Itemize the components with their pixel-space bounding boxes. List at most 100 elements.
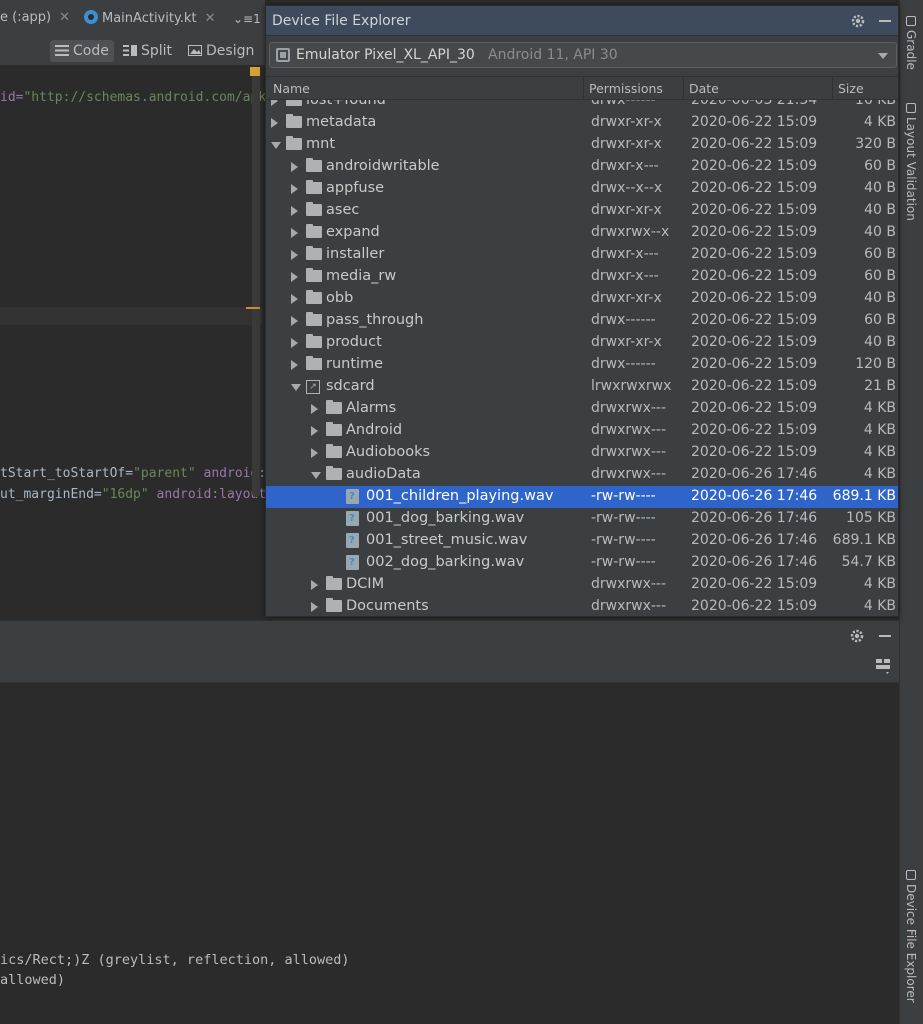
folder-row[interactable]: DCIM drwxrwx--- 2020-06-22 15:09 4 KB	[266, 574, 898, 596]
chevron-right-icon[interactable]	[291, 206, 298, 216]
file-date: 2020-06-22 15:09	[691, 158, 818, 174]
file-row[interactable]: 001_street_music.wav -rw-rw---- 2020-06-26…	[266, 530, 898, 552]
folder-row[interactable]: Alarms drwxrwx--- 2020-06-22 15:09 4 KB	[266, 398, 898, 420]
file-size: 40 B	[864, 334, 896, 350]
folder-row[interactable]: androidwritable drwxr-x--- 2020-06-22 15:0…	[266, 156, 898, 178]
folder-icon	[306, 356, 322, 370]
folder-row[interactable]: obb drwxr-xr-x 2020-06-22 15:09 40 B	[266, 288, 898, 310]
chevron-right-icon[interactable]	[291, 338, 298, 348]
file-name: Audiobooks	[346, 444, 431, 460]
file-permissions: drwxr-x---	[591, 246, 659, 262]
column-size[interactable]: Size	[838, 81, 864, 96]
column-divider[interactable]	[583, 77, 584, 101]
chevron-right-icon[interactable]	[311, 580, 318, 590]
folder-icon	[306, 158, 322, 172]
column-divider[interactable]	[832, 77, 833, 101]
chevron-down-icon[interactable]	[311, 472, 321, 479]
folder-row[interactable]: asec drwxr-xr-x 2020-06-22 15:09 40 B	[266, 200, 898, 222]
file-name: asec	[326, 202, 360, 218]
column-divider[interactable]	[683, 77, 684, 101]
warning-marker-icon[interactable]	[250, 67, 260, 76]
chevron-right-icon[interactable]	[271, 118, 278, 128]
chevron-right-icon[interactable]	[311, 426, 318, 436]
folder-row[interactable]: runtime drwx------ 2020-06-22 15:09 120 B	[266, 354, 898, 376]
folder-icon	[306, 180, 322, 194]
code-editor[interactable]: id="http://schemas.android.com/apk/ tSta…	[0, 67, 265, 597]
gear-icon[interactable]	[849, 628, 865, 644]
minimize-icon[interactable]	[879, 20, 891, 22]
editor-tab-mainactivity[interactable]: MainActivity.kt ✕	[84, 10, 215, 26]
folder-row[interactable]: Android drwxrwx--- 2020-06-22 15:09 4 KB	[266, 420, 898, 442]
layout-options-icon[interactable]	[876, 659, 892, 675]
code-mode-button[interactable]: Code	[50, 40, 114, 62]
gradle-tool-tab[interactable]: Gradle	[904, 16, 918, 70]
folder-row[interactable]: expand drwxrwx--x 2020-06-22 15:09 40 B	[266, 222, 898, 244]
file-name: 001_street_music.wav	[366, 532, 528, 548]
chevron-right-icon[interactable]	[311, 602, 318, 612]
file-tree[interactable]: lost+found drwx------ 2020-06-03 21:34 16 K…	[266, 100, 898, 616]
design-mode-button[interactable]: Design	[183, 40, 259, 62]
folder-row[interactable]: pass_through drwx------ 2020-06-22 15:09 60…	[266, 310, 898, 332]
chevron-right-icon[interactable]	[311, 404, 318, 414]
folder-row[interactable]: lost+found drwx------ 2020-06-03 21:34 16 K…	[266, 100, 898, 112]
kotlin-file-icon	[84, 10, 98, 24]
editor-scrollbar[interactable]	[252, 67, 260, 497]
chevron-right-icon[interactable]	[291, 162, 298, 172]
chevron-right-icon[interactable]	[291, 272, 298, 282]
file-size: 4 KB	[863, 576, 896, 592]
file-row[interactable]: 001_dog_barking.wav -rw-rw---- 2020-06-26 …	[266, 508, 898, 530]
file-date: 2020-06-26 17:46	[691, 488, 818, 504]
chevron-right-icon[interactable]	[271, 100, 278, 106]
device-file-explorer-header: Device File Explorer	[266, 6, 898, 36]
error-stripe-mark[interactable]	[246, 307, 260, 309]
folder-icon	[326, 598, 342, 612]
device-file-explorer-tool-tab[interactable]: Device File Explorer	[904, 870, 918, 1003]
file-size: 4 KB	[863, 444, 896, 460]
file-permissions: -rw-rw----	[591, 532, 656, 548]
file-size: 60 B	[864, 246, 896, 262]
chevron-down-icon[interactable]	[271, 142, 281, 149]
file-size: 60 B	[864, 268, 896, 284]
folder-icon	[326, 576, 342, 590]
close-icon[interactable]: ✕	[59, 10, 70, 25]
chevron-right-icon[interactable]	[291, 294, 298, 304]
folder-icon	[306, 202, 322, 216]
column-name[interactable]: Name	[273, 81, 310, 96]
layout-validation-tool-tab[interactable]: Layout Validation	[904, 103, 918, 221]
file-date: 2020-06-22 15:09	[691, 576, 818, 592]
folder-row[interactable]: metadata drwxr-xr-x 2020-06-22 15:09 4 KB	[266, 112, 898, 134]
file-date: 2020-06-22 15:09	[691, 290, 818, 306]
chevron-right-icon[interactable]	[291, 250, 298, 260]
folder-row[interactable]: Documents drwxrwx--- 2020-06-22 15:09 4 KB	[266, 596, 898, 616]
chevron-right-icon[interactable]	[291, 316, 298, 326]
file-row[interactable]: 002_dog_barking.wav -rw-rw---- 2020-06-26 …	[266, 552, 898, 574]
chevron-right-icon[interactable]	[291, 360, 298, 370]
folder-icon	[306, 312, 322, 326]
chevron-right-icon[interactable]	[291, 228, 298, 238]
folder-row[interactable]: media_rw drwxr-x--- 2020-06-22 15:09 60 B	[266, 266, 898, 288]
folder-row[interactable]: audioData drwxrwx--- 2020-06-26 17:46 4 KB	[266, 464, 898, 486]
folder-row[interactable]: appfuse drwx--x--x 2020-06-22 15:09 40 B	[266, 178, 898, 200]
folder-row[interactable]: installer drwxr-x--- 2020-06-22 15:09 60 B	[266, 244, 898, 266]
gear-icon[interactable]	[850, 13, 866, 29]
symlink-icon: ↗	[306, 380, 320, 394]
file-size: 21 B	[864, 378, 896, 394]
column-date[interactable]: Date	[689, 81, 719, 96]
minimize-icon[interactable]	[879, 635, 891, 637]
device-dropdown[interactable]: Emulator Pixel_XL_API_30 Android 11, API…	[269, 42, 897, 68]
chevron-right-icon[interactable]	[291, 184, 298, 194]
tab-overflow-button[interactable]: ⌄≡1	[233, 12, 261, 26]
file-row[interactable]: 001_children_playing.wav -rw-rw---- 2020-0…	[266, 486, 898, 508]
close-icon[interactable]: ✕	[205, 11, 216, 26]
editor-tab-app[interactable]: e (:app) ✕	[0, 10, 70, 25]
folder-row[interactable]: product drwxr-xr-x 2020-06-22 15:09 40 B	[266, 332, 898, 354]
folder-row[interactable]: ↗ sdcard lrwxrwxrwx 2020-06-22 15:09 21 B	[266, 376, 898, 398]
device-file-explorer-tab-label: Device File Explorer	[904, 884, 918, 1003]
folder-row[interactable]: mnt drwxr-xr-x 2020-06-22 15:09 320 B	[266, 134, 898, 156]
column-permissions[interactable]: Permissions	[589, 81, 663, 96]
folder-row[interactable]: Audiobooks drwxrwx--- 2020-06-22 15:09 4 KB	[266, 442, 898, 464]
chevron-down-icon[interactable]	[291, 384, 301, 391]
split-mode-button[interactable]: Split	[118, 40, 177, 62]
file-size: 120 B	[855, 356, 896, 372]
chevron-right-icon[interactable]	[311, 448, 318, 458]
